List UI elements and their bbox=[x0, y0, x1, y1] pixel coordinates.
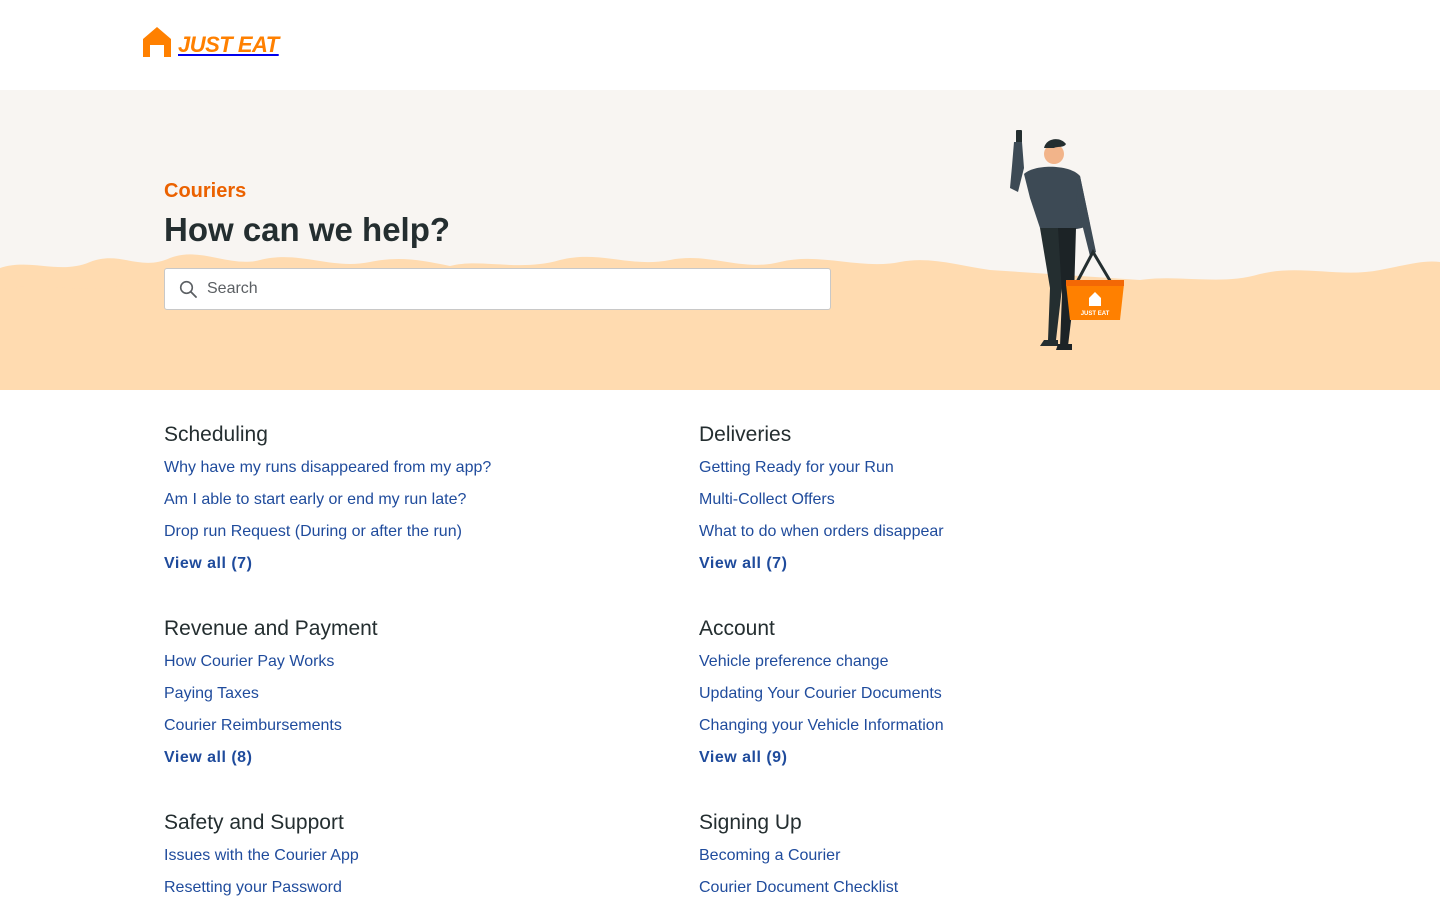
search-icon bbox=[179, 280, 197, 298]
house-fork-icon bbox=[140, 25, 174, 64]
courier-illustration: JUST EAT bbox=[1010, 130, 1124, 350]
category-grid: Scheduling Why have my runs disappeared … bbox=[164, 420, 1264, 904]
brand-logo[interactable]: JUST EAT bbox=[140, 25, 279, 64]
view-all-link[interactable]: View all (7) bbox=[699, 548, 1234, 580]
article-link[interactable]: Am I able to start early or end my run l… bbox=[164, 484, 699, 516]
view-all-link[interactable]: View all (9) bbox=[699, 742, 1234, 774]
category-title: Account bbox=[699, 617, 775, 640]
category-signing-up: Signing Up Becoming a Courier Courier Do… bbox=[699, 808, 1234, 904]
category-scheduling: Scheduling Why have my runs disappeared … bbox=[164, 420, 699, 580]
category-revenue-and-payment: Revenue and Payment How Courier Pay Work… bbox=[164, 614, 699, 774]
site-header: JUST EAT bbox=[0, 0, 1440, 90]
article-link[interactable]: Issues with the Courier App bbox=[164, 840, 699, 872]
article-link[interactable]: Getting Ready for your Run bbox=[699, 452, 1234, 484]
search-box[interactable] bbox=[164, 268, 831, 310]
article-link[interactable]: Courier Reimbursements bbox=[164, 710, 699, 742]
article-link[interactable]: Resetting your Password bbox=[164, 872, 699, 904]
article-link[interactable]: Courier Document Checklist bbox=[699, 872, 1234, 904]
article-link[interactable]: Multi-Collect Offers bbox=[699, 484, 1234, 516]
category-deliveries: Deliveries Getting Ready for your Run Mu… bbox=[699, 420, 1234, 580]
category-title: Deliveries bbox=[699, 423, 792, 446]
svg-text:JUST EAT: JUST EAT bbox=[1081, 311, 1110, 317]
article-link[interactable]: Vehicle preference change bbox=[699, 646, 1234, 678]
article-link[interactable]: Updating Your Courier Documents bbox=[699, 678, 1234, 710]
hero-kicker: Couriers bbox=[164, 180, 247, 202]
category-title: Safety and Support bbox=[164, 811, 344, 834]
hero-banner: Couriers How can we help? Search JUST EA… bbox=[0, 90, 1440, 390]
article-link[interactable]: Becoming a Courier bbox=[699, 840, 1234, 872]
article-link[interactable]: Why have my runs disappeared from my app… bbox=[164, 452, 699, 484]
category-account: Account Vehicle preference change Updati… bbox=[699, 614, 1234, 774]
category-title: Scheduling bbox=[164, 423, 268, 446]
article-link[interactable]: What to do when orders disappear bbox=[699, 516, 1234, 548]
article-link[interactable]: How Courier Pay Works bbox=[164, 646, 699, 678]
category-safety-and-support: Safety and Support Issues with the Couri… bbox=[164, 808, 699, 904]
search-input[interactable] bbox=[207, 280, 807, 298]
hero-content: Couriers How can we help? bbox=[164, 178, 831, 310]
category-title: Revenue and Payment bbox=[164, 617, 378, 640]
view-all-link[interactable]: View all (7) bbox=[164, 548, 699, 580]
article-link[interactable]: Changing your Vehicle Information bbox=[699, 710, 1234, 742]
brand-name: JUST EAT bbox=[178, 31, 279, 57]
view-all-link[interactable]: View all (8) bbox=[164, 742, 699, 774]
article-link[interactable]: Paying Taxes bbox=[164, 678, 699, 710]
category-title: Signing Up bbox=[699, 811, 802, 834]
page-title: How can we help? bbox=[164, 211, 451, 248]
article-link[interactable]: Drop run Request (During or after the ru… bbox=[164, 516, 699, 548]
